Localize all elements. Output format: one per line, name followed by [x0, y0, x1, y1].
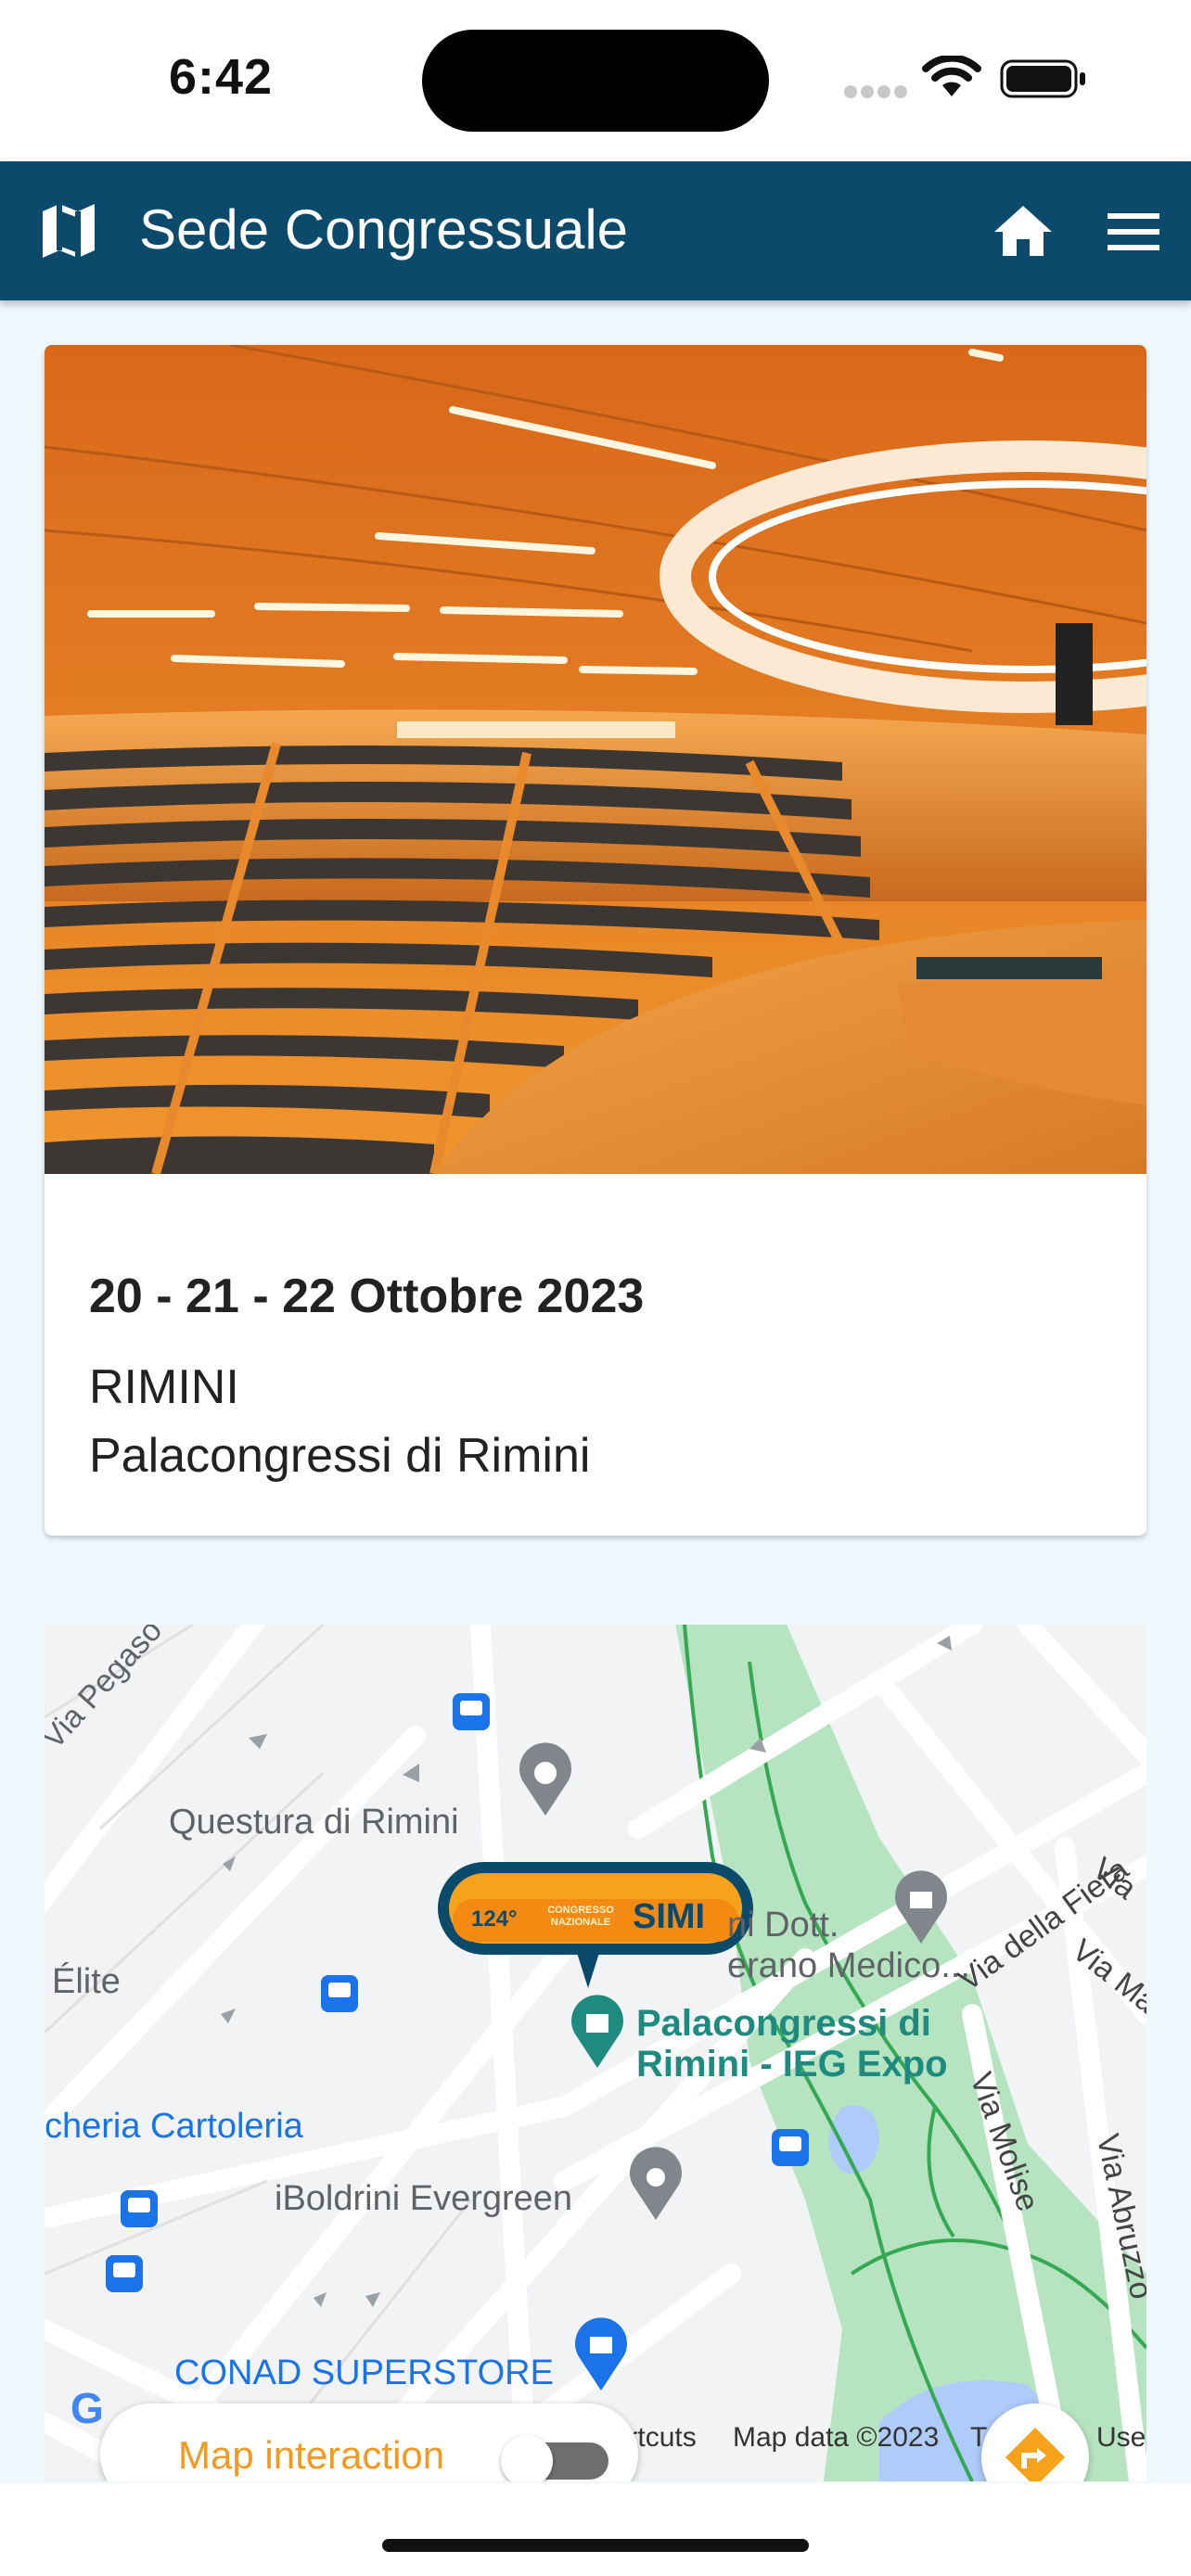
bottom-safe-area [0, 2483, 1191, 2576]
marker-number: 124° [471, 1906, 518, 1932]
map-interaction-switch[interactable] [501, 2435, 608, 2481]
map-interaction-toggle[interactable]: Map interaction [100, 2404, 638, 2481]
home-indicator[interactable] [382, 2539, 809, 2552]
map-label-conad: CONAD SUPERSTORE [174, 2353, 554, 2392]
map-view[interactable]: Via Pegaso Questura di Rimini Élite cher… [45, 1625, 1146, 2481]
map-interaction-label: Map interaction [178, 2433, 445, 2477]
dynamic-island [422, 30, 769, 132]
map-label-ordine-medici: ni Dott. erano Medico... [727, 1906, 970, 1985]
battery-icon [1000, 59, 1085, 98]
attribution-use[interactable]: Use [1096, 2422, 1146, 2454]
event-city: RIMINI [89, 1360, 239, 1414]
cellular-signal-icon [844, 85, 909, 100]
map-label-cartoleria: cheria Cartoleria [45, 2107, 303, 2146]
home-button[interactable] [991, 198, 1056, 263]
directions-icon [1005, 2428, 1065, 2481]
map-label-iboldrini: iBoldrini Evergreen [275, 2179, 573, 2218]
app-bar: Sede Congressuale [0, 161, 1191, 300]
marker-brand: SIMI [633, 1897, 706, 1936]
map-icon [43, 204, 95, 258]
venue-card: 20 - 21 - 22 Ottobre 2023 RIMINI Palacon… [45, 345, 1146, 1536]
auditorium-photo [45, 345, 1146, 1174]
map-label-questura: Questura di Rimini [169, 1803, 459, 1842]
event-dates: 20 - 21 - 22 Ottobre 2023 [89, 1269, 645, 1323]
hamburger-menu-icon [1108, 213, 1159, 250]
google-logo: G [70, 2384, 104, 2432]
status-bar: 6:42 [0, 0, 1191, 161]
menu-button[interactable] [1106, 206, 1161, 258]
event-venue: Palacongressi di Rimini [89, 1429, 591, 1483]
page-title: Sede Congressuale [139, 198, 629, 261]
attribution-map-data: Map data ©2023 [733, 2422, 940, 2453]
wifi-icon [922, 56, 981, 96]
directions-button[interactable] [981, 2404, 1089, 2481]
status-time: 6:42 [169, 49, 274, 105]
switch-knob [501, 2435, 553, 2481]
marker-subtitle: CONGRESSO NAZIONALE [547, 1905, 614, 1928]
map-label-elite: Élite [52, 1962, 121, 2001]
map-label-palacongressi: Palacongressi di Rimini - IEG Expo [636, 2003, 948, 2085]
home-icon [994, 206, 1052, 256]
